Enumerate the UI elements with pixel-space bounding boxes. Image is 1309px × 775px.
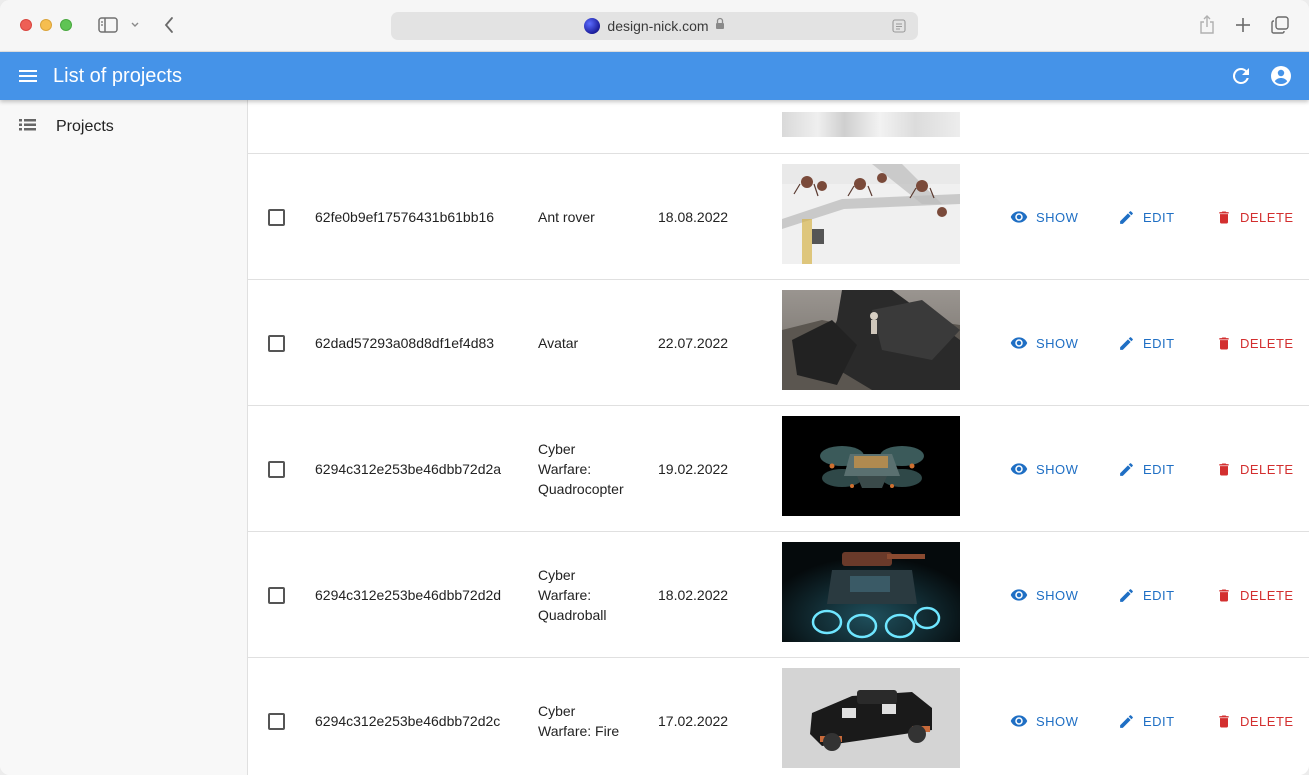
site-favicon-icon (584, 18, 601, 34)
row-checkbox[interactable] (268, 335, 285, 352)
table-row (248, 100, 1309, 154)
reader-icon[interactable] (892, 19, 906, 38)
pencil-icon (1120, 336, 1133, 350)
trash-icon (1219, 337, 1229, 349)
pencil-icon (1120, 714, 1133, 728)
zoom-window-button[interactable] (60, 19, 72, 31)
project-id: 6294c312e253be46dbb72d2a (315, 461, 502, 477)
project-date: 18.02.2022 (658, 587, 729, 603)
eye-icon (1010, 337, 1028, 349)
app-bar: List of projects (0, 52, 1309, 100)
project-name: Cyber Warfare: Fire (538, 703, 620, 739)
table-row[interactable]: 62fe0b9ef17576431b61bb16 Ant rover 18.08… (248, 154, 1309, 280)
refresh-icon[interactable] (1229, 64, 1253, 88)
projects-table: 62fe0b9ef17576431b61bb16 Ant rover 18.08… (248, 100, 1309, 775)
project-thumbnail (782, 112, 960, 137)
project-name: Cyber Warfare: Quadroball (538, 567, 607, 623)
table-row[interactable]: 6294c312e253be46dbb72d2d Cyber Warfare: Qu… (248, 532, 1309, 658)
trash-icon (1219, 463, 1229, 475)
edit-button[interactable]: EDIT (1118, 710, 1175, 732)
delete-button[interactable]: DELETE (1216, 458, 1294, 480)
project-date: 17.02.2022 (658, 713, 729, 729)
project-date: 19.02.2022 (658, 461, 729, 477)
row-checkbox[interactable] (268, 461, 285, 478)
list-icon (17, 114, 39, 136)
edit-button[interactable]: EDIT (1118, 206, 1175, 228)
show-button[interactable]: SHOW (1010, 206, 1078, 228)
edit-button[interactable]: EDIT (1118, 458, 1175, 480)
trash-icon (1219, 589, 1229, 601)
table-row[interactable]: 62dad57293a08d8df1ef4d83 Avatar 22.07.20… (248, 280, 1309, 406)
new-tab-icon[interactable] (1233, 13, 1253, 37)
page-title: List of projects (53, 65, 182, 87)
chevron-down-icon[interactable] (128, 13, 142, 37)
back-icon[interactable] (160, 13, 178, 37)
trash-icon (1219, 211, 1229, 223)
delete-button[interactable]: DELETE (1216, 710, 1294, 732)
show-button[interactable]: SHOW (1010, 584, 1078, 606)
lock-icon (715, 17, 725, 35)
project-id: 6294c312e253be46dbb72d2c (315, 713, 501, 729)
sidebar-item-label: Projects (56, 118, 114, 135)
sidebar-toggle-icon[interactable] (97, 13, 119, 37)
project-name: Cyber Warfare: Quadrocopter (538, 441, 624, 497)
delete-button[interactable]: DELETE (1216, 584, 1294, 606)
close-window-button[interactable] (20, 19, 32, 31)
address-bar[interactable]: design-nick.com (391, 12, 918, 40)
eye-icon (1010, 715, 1028, 727)
project-date: 18.08.2022 (658, 209, 729, 225)
project-id: 6294c312e253be46dbb72d2d (315, 587, 502, 603)
project-name: Avatar (538, 335, 579, 351)
show-button[interactable]: SHOW (1010, 458, 1078, 480)
account-circle-icon[interactable] (1269, 64, 1293, 88)
trash-icon (1219, 715, 1229, 727)
row-checkbox[interactable] (268, 713, 285, 730)
project-name: Ant rover (538, 209, 595, 225)
project-thumbnail[interactable] (782, 164, 960, 264)
pencil-icon (1120, 462, 1133, 476)
pencil-icon (1120, 210, 1133, 224)
eye-icon (1010, 463, 1028, 475)
project-thumbnail[interactable] (782, 542, 960, 642)
delete-button[interactable]: DELETE (1216, 206, 1294, 228)
browser-window: design-nick.com List of projects Project… (0, 0, 1309, 775)
table-row[interactable]: 6294c312e253be46dbb72d2c Cyber Warfare: F… (248, 658, 1309, 775)
url-text: design-nick.com (607, 18, 709, 34)
tab-overview-icon[interactable] (1270, 13, 1290, 37)
project-thumbnail[interactable] (782, 290, 960, 390)
project-thumbnail[interactable] (782, 416, 960, 516)
row-checkbox[interactable] (268, 587, 285, 604)
project-id: 62fe0b9ef17576431b61bb16 (315, 209, 495, 225)
row-checkbox[interactable] (268, 209, 285, 226)
project-id: 62dad57293a08d8df1ef4d83 (315, 335, 495, 351)
sidebar: Projects (0, 100, 248, 775)
edit-button[interactable]: EDIT (1118, 584, 1175, 606)
share-icon[interactable] (1197, 13, 1217, 37)
minimize-window-button[interactable] (40, 19, 52, 31)
browser-toolbar: design-nick.com (0, 0, 1309, 52)
project-thumbnail[interactable] (782, 668, 960, 768)
edit-button[interactable]: EDIT (1118, 332, 1175, 354)
delete-button[interactable]: DELETE (1216, 332, 1294, 354)
show-button[interactable]: SHOW (1010, 710, 1078, 732)
pencil-icon (1120, 588, 1133, 602)
menu-icon[interactable] (16, 64, 40, 88)
eye-icon (1010, 211, 1028, 223)
table-row[interactable]: 6294c312e253be46dbb72d2a Cyber Warfare: Qu… (248, 406, 1309, 532)
show-button[interactable]: SHOW (1010, 332, 1078, 354)
project-date: 22.07.2022 (658, 335, 729, 351)
eye-icon (1010, 589, 1028, 601)
sidebar-item-projects[interactable]: Projects (0, 106, 247, 146)
